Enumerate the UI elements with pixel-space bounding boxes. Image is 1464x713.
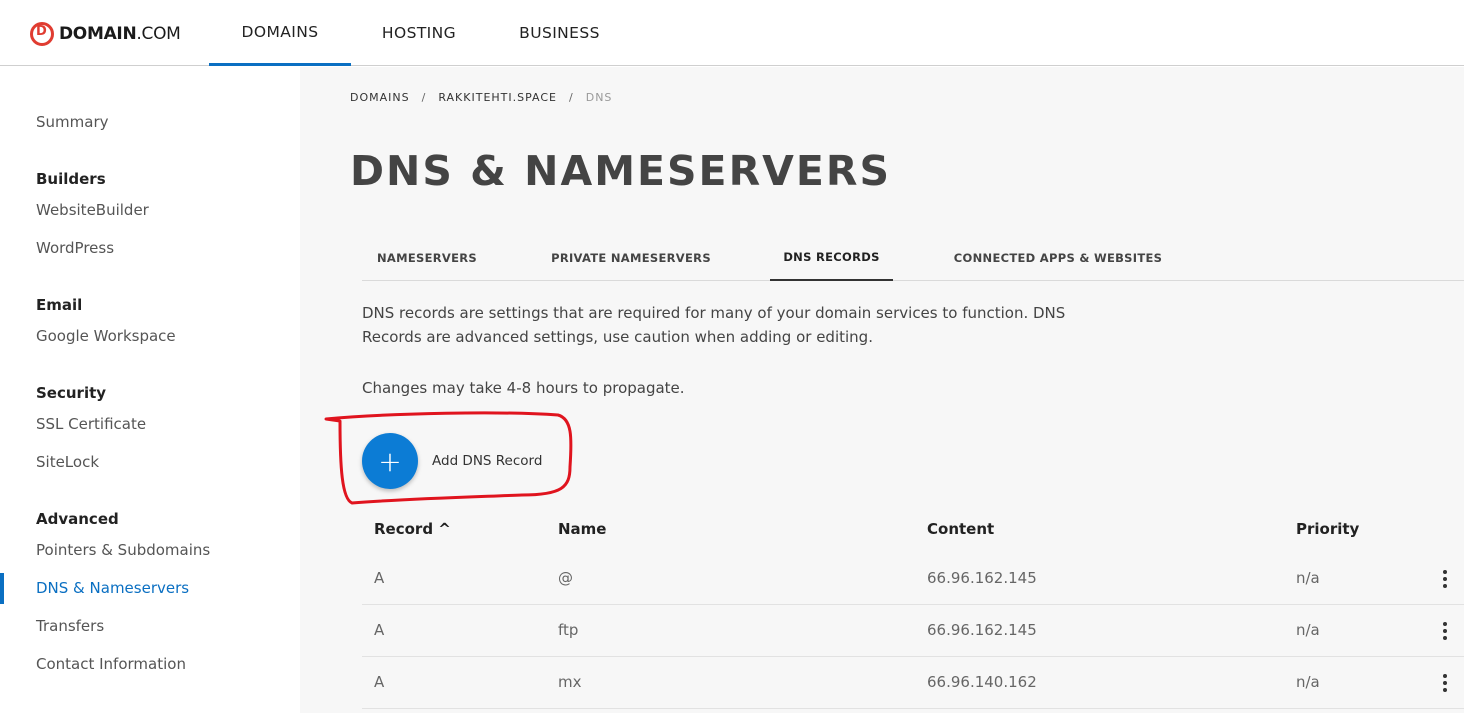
cell-priority: n/a xyxy=(1296,673,1320,691)
cell-name: @ xyxy=(558,569,573,587)
topnav-domains[interactable]: DOMAINS xyxy=(209,0,351,66)
sidebar-item-ssl-certificate[interactable]: SSL Certificate xyxy=(36,415,146,433)
cell-priority: n/a xyxy=(1296,621,1320,639)
dns-records-table: Record ^ Name Content Priority A @ 66.96… xyxy=(362,507,1464,709)
row-menu-icon[interactable] xyxy=(1442,674,1448,692)
logo-text: DOMAIN.COM xyxy=(59,24,181,44)
plus-icon[interactable]: + xyxy=(362,433,418,489)
topnav-business[interactable]: BUSINESS xyxy=(487,0,632,66)
breadcrumb-current: DNS xyxy=(585,91,613,104)
sidebar-item-sitelock[interactable]: SiteLock xyxy=(36,453,99,471)
cell-content: 66.96.162.145 xyxy=(927,621,1037,639)
row-menu-icon[interactable] xyxy=(1442,622,1448,640)
sidebar-active-indicator xyxy=(0,573,4,604)
topnav-hosting[interactable]: HOSTING xyxy=(351,0,487,66)
breadcrumb: DOMAINS / RAKKITEHTI.SPACE / DNS xyxy=(350,91,624,104)
add-dns-record-button[interactable]: + Add DNS Record xyxy=(362,433,542,489)
column-header-record[interactable]: Record ^ xyxy=(374,520,451,538)
breadcrumb-domain-name[interactable]: RAKKITEHTI.SPACE xyxy=(438,91,557,104)
row-menu-icon[interactable] xyxy=(1442,570,1448,588)
cell-record: A xyxy=(374,621,385,639)
tab-private-nameservers[interactable]: PRIVATE NAMESERVERS xyxy=(532,235,730,281)
sort-ascending-icon[interactable]: ^ xyxy=(438,520,451,538)
tab-nameservers[interactable]: NAMESERVERS xyxy=(362,235,492,281)
dns-description: DNS records are settings that are requir… xyxy=(362,304,1066,346)
domain-com-logo[interactable]: DOMAIN.COM xyxy=(30,22,181,46)
table-row: A @ 66.96.162.145 n/a xyxy=(362,553,1464,605)
sidebar-heading-security: Security xyxy=(36,384,107,402)
propagation-note: Changes may take 4-8 hours to propagate. xyxy=(362,379,685,397)
sidebar-heading-builders: Builders xyxy=(36,170,106,188)
column-header-name[interactable]: Name xyxy=(558,520,606,538)
sidebar-item-pointers-subdomains[interactable]: Pointers & Subdomains xyxy=(36,541,210,559)
table-row: A mx 66.96.140.162 n/a xyxy=(362,657,1464,709)
sidebar-item-wordpress[interactable]: WordPress xyxy=(36,239,114,257)
breadcrumb-domains[interactable]: DOMAINS xyxy=(350,91,410,104)
logo-mark-icon xyxy=(30,22,54,46)
sidebar-heading-email: Email xyxy=(36,296,83,314)
top-header: DOMAIN.COM DOMAINS HOSTING BUSINESS xyxy=(0,0,1464,66)
table-header: Record ^ Name Content Priority xyxy=(362,507,1464,553)
cell-name: mx xyxy=(558,673,582,691)
column-header-priority[interactable]: Priority xyxy=(1296,520,1359,538)
sidebar-item-transfers[interactable]: Transfers xyxy=(36,617,104,635)
breadcrumb-separator: / xyxy=(569,91,574,104)
tab-dns-records[interactable]: DNS RECORDS xyxy=(770,235,893,281)
cell-content: 66.96.140.162 xyxy=(927,673,1037,691)
add-dns-record-label[interactable]: Add DNS Record xyxy=(432,453,542,469)
cell-record: A xyxy=(374,673,385,691)
main-content: DOMAINS / RAKKITEHTI.SPACE / DNS DNS & N… xyxy=(300,67,1464,713)
sidebar-item-google-workspace[interactable]: Google Workspace xyxy=(36,327,176,345)
cell-priority: n/a xyxy=(1296,569,1320,587)
breadcrumb-separator: / xyxy=(421,91,427,104)
cell-content: 66.96.162.145 xyxy=(927,569,1037,587)
table-row: A ftp 66.96.162.145 n/a xyxy=(362,605,1464,657)
sidebar-item-websitebuilder[interactable]: WebsiteBuilder xyxy=(36,201,149,219)
sidebar: Summary Builders WebsiteBuilder WordPres… xyxy=(0,67,300,713)
tab-bar: NAMESERVERS PRIVATE NAMESERVERS DNS RECO… xyxy=(362,235,1464,281)
page-title: DNS & NAMESERVERS xyxy=(350,147,891,195)
sidebar-item-summary[interactable]: Summary xyxy=(36,113,109,131)
sidebar-heading-advanced: Advanced xyxy=(36,510,119,528)
sidebar-item-dns-nameservers[interactable]: DNS & Nameservers xyxy=(36,579,189,597)
cell-name: ftp xyxy=(558,621,579,639)
tab-connected-apps[interactable]: CONNECTED APPS & WEBSITES xyxy=(938,235,1178,281)
cell-record: A xyxy=(374,569,385,587)
column-header-content[interactable]: Content xyxy=(927,520,994,538)
sidebar-item-contact-information[interactable]: Contact Information xyxy=(36,655,186,673)
